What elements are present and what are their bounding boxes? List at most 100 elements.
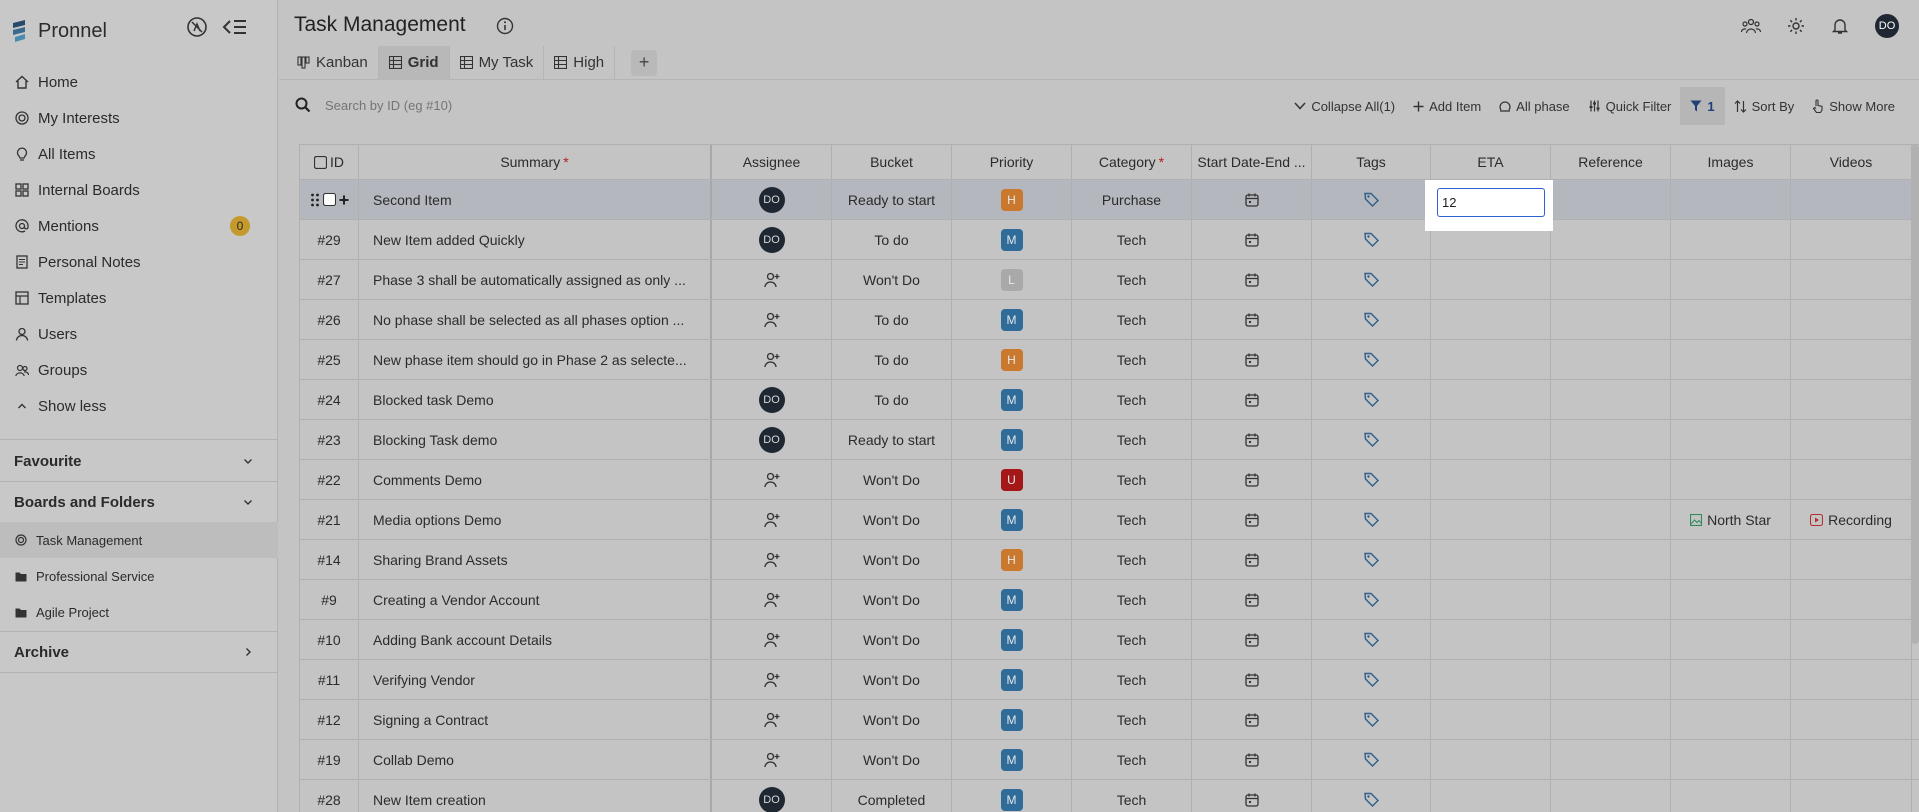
info-icon[interactable] — [496, 17, 514, 35]
category-cell[interactable]: Tech — [1072, 500, 1192, 539]
assignee-avatar[interactable]: DO — [758, 226, 785, 253]
tags-cell[interactable] — [1312, 780, 1431, 812]
tags-cell[interactable] — [1312, 580, 1431, 619]
videos-cell[interactable] — [1791, 260, 1912, 299]
bucket-cell[interactable]: To do — [832, 380, 952, 419]
tags-cell[interactable] — [1312, 620, 1431, 659]
feature-toggle-icon[interactable] — [186, 16, 208, 38]
assignee-cell[interactable] — [712, 660, 832, 699]
reference-cell[interactable] — [1551, 260, 1671, 299]
add-assignee-icon[interactable] — [763, 632, 780, 648]
tab-high[interactable]: High — [544, 45, 616, 80]
sidebar-item-personal-notes[interactable]: Personal Notes — [0, 244, 278, 280]
priority-cell[interactable]: L — [952, 260, 1072, 299]
reference-cell[interactable] — [1551, 500, 1671, 539]
images-cell[interactable] — [1671, 660, 1791, 699]
tab-kanban[interactable]: Kanban — [287, 45, 379, 80]
summary-cell[interactable]: Phase 3 shall be automatically assigned … — [359, 260, 712, 299]
sidebar-item-templates[interactable]: Templates — [0, 280, 278, 316]
category-cell[interactable]: Tech — [1072, 420, 1192, 459]
add-assignee-icon[interactable] — [763, 712, 780, 728]
videos-cell[interactable]: Recording — [1791, 500, 1912, 539]
category-cell[interactable]: Tech — [1072, 580, 1192, 619]
search-input[interactable] — [325, 97, 465, 113]
images-cell[interactable] — [1671, 260, 1791, 299]
summary-cell[interactable]: New Item added Quickly — [359, 220, 712, 259]
tags-cell[interactable] — [1312, 260, 1431, 299]
priority-cell[interactable]: H — [952, 340, 1072, 379]
table-row[interactable]: #25 New phase item should go in Phase 2 a… — [300, 340, 1919, 380]
date-cell[interactable] — [1192, 380, 1312, 419]
summary-cell[interactable]: Adding Bank account Details — [359, 620, 712, 659]
priority-cell[interactable]: M — [952, 220, 1072, 259]
date-cell[interactable] — [1192, 740, 1312, 779]
collapse-all-button[interactable]: Collapse All(1) — [1285, 87, 1404, 125]
tags-cell[interactable] — [1312, 180, 1431, 219]
reference-cell[interactable] — [1551, 220, 1671, 259]
eta-input[interactable] — [1437, 188, 1545, 217]
reference-cell[interactable] — [1551, 380, 1671, 419]
settings-gear-icon[interactable] — [1787, 17, 1805, 35]
assignee-cell[interactable] — [712, 460, 832, 499]
summary-cell[interactable]: No phase shall be selected as all phases… — [359, 300, 712, 339]
eta-cell[interactable] — [1431, 300, 1551, 339]
brand[interactable]: Pronnel — [10, 16, 107, 46]
sidebar-item-internal-boards[interactable]: Internal Boards — [0, 172, 278, 208]
summary-cell[interactable]: Signing a Contract — [359, 700, 712, 739]
table-row[interactable]: #24 Blocked task Demo DO To do M Tech — [300, 380, 1919, 420]
header-category[interactable]: Category * — [1072, 145, 1192, 179]
header-videos[interactable]: Videos — [1791, 145, 1912, 179]
assignee-cell[interactable]: DO — [712, 780, 832, 812]
header-start-end-date[interactable]: Start Date-End ... — [1192, 145, 1312, 179]
priority-cell[interactable]: M — [952, 740, 1072, 779]
priority-cell[interactable]: M — [952, 700, 1072, 739]
sidebar-item-my-interests[interactable]: My Interests — [0, 100, 278, 136]
eta-cell[interactable] — [1431, 260, 1551, 299]
videos-cell[interactable] — [1791, 740, 1912, 779]
sidebar-item-all-items[interactable]: All Items — [0, 136, 278, 172]
date-cell[interactable] — [1192, 540, 1312, 579]
images-cell[interactable] — [1671, 180, 1791, 219]
image-attachment[interactable]: North Star — [1690, 512, 1771, 528]
images-cell[interactable] — [1671, 300, 1791, 339]
tags-cell[interactable] — [1312, 340, 1431, 379]
summary-cell[interactable]: Second Item — [359, 180, 712, 219]
priority-cell[interactable]: U — [952, 460, 1072, 499]
assignee-cell[interactable] — [712, 580, 832, 619]
add-item-button[interactable]: Add Item — [1404, 87, 1490, 125]
bucket-cell[interactable]: To do — [832, 220, 952, 259]
select-all-checkbox[interactable] — [314, 155, 327, 169]
priority-cell[interactable]: M — [952, 660, 1072, 699]
reference-cell[interactable] — [1551, 340, 1671, 379]
bucket-cell[interactable]: To do — [832, 340, 952, 379]
images-cell[interactable] — [1671, 340, 1791, 379]
eta-cell[interactable] — [1431, 420, 1551, 459]
reference-cell[interactable] — [1551, 620, 1671, 659]
bucket-cell[interactable]: Won't Do — [832, 260, 952, 299]
table-row[interactable]: #14 Sharing Brand Assets Won't Do H Tech — [300, 540, 1919, 580]
videos-cell[interactable] — [1791, 460, 1912, 499]
images-cell[interactable] — [1671, 460, 1791, 499]
category-cell[interactable]: Tech — [1072, 700, 1192, 739]
category-cell[interactable]: Tech — [1072, 660, 1192, 699]
priority-cell[interactable]: M — [952, 380, 1072, 419]
videos-cell[interactable] — [1791, 220, 1912, 259]
assignee-cell[interactable] — [712, 540, 832, 579]
date-cell[interactable] — [1192, 300, 1312, 339]
sort-by-button[interactable]: Sort By — [1725, 87, 1804, 125]
images-cell[interactable] — [1671, 220, 1791, 259]
header-reference[interactable]: Reference — [1551, 145, 1671, 179]
tab-my-task[interactable]: My Task — [450, 45, 545, 80]
folder-item-agile-project[interactable]: Agile Project — [0, 594, 278, 630]
tags-cell[interactable] — [1312, 380, 1431, 419]
tab-grid[interactable]: Grid — [378, 45, 450, 80]
reference-cell[interactable] — [1551, 740, 1671, 779]
eta-cell[interactable] — [1431, 460, 1551, 499]
category-cell[interactable]: Tech — [1072, 740, 1192, 779]
priority-cell[interactable]: M — [952, 300, 1072, 339]
tags-cell[interactable] — [1312, 300, 1431, 339]
tags-cell[interactable] — [1312, 460, 1431, 499]
date-cell[interactable] — [1192, 340, 1312, 379]
assignee-cell[interactable] — [712, 300, 832, 339]
table-row[interactable]: Second Item DO Ready to start H Purchase — [300, 180, 1919, 220]
